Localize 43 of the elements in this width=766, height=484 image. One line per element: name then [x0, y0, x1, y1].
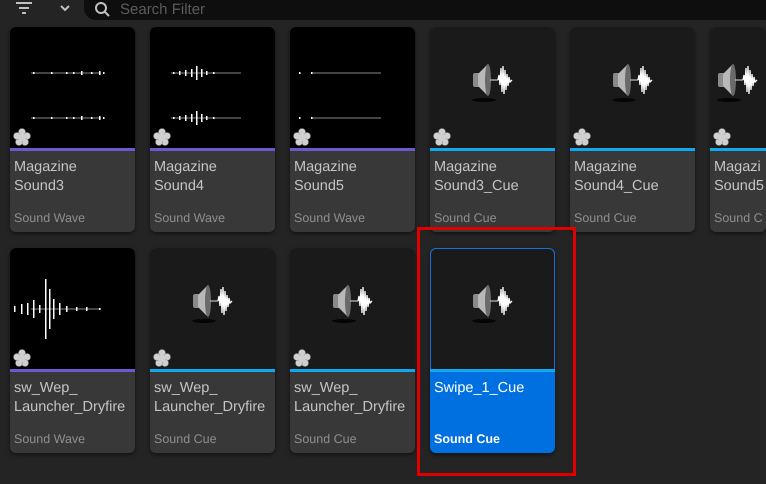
asset-type: Sound C: [714, 210, 764, 226]
asset-tile[interactable]: Magazine Sound4 Sound Wave: [150, 27, 275, 232]
search-field[interactable]: Search Filter: [84, 0, 766, 20]
asset-tile[interactable]: Magazine Sound5 Sound Wave: [290, 27, 415, 232]
asset-tile[interactable]: Swipe_1_Cue Sound Cue: [430, 248, 555, 453]
asset-type: Sound Cue: [434, 210, 498, 226]
asset-tile[interactable]: Magazine Sound4_Cue Sound Cue: [570, 27, 695, 232]
asset-type: Sound Wave: [14, 431, 86, 447]
asset-type: Sound Cue: [434, 431, 501, 447]
asset-type: Sound Cue: [154, 431, 218, 447]
asset-tile[interactable]: sw_Wep_ Launcher_Dryfire Sound Cue: [290, 248, 415, 453]
asset-name: Sound3: [14, 177, 65, 196]
asset-name: sw_Wep_: [14, 379, 79, 398]
asset-tile[interactable]: Magazine Sound3_Cue Sound Cue: [430, 27, 555, 232]
asset-name: Sound4_Cue: [574, 177, 660, 196]
asset-tile[interactable]: sw_Wep_ Launcher_Dryfire Sound Wave: [10, 248, 135, 453]
asset-name: Magazi: [714, 158, 762, 177]
asset-name: Magazine: [154, 158, 218, 177]
search-icon: [94, 1, 110, 17]
asset-name: sw_Wep_: [154, 379, 219, 398]
asset-type: Sound Wave: [14, 210, 86, 226]
asset-type: Sound Cue: [294, 431, 358, 447]
asset-name: Launcher_Dryfire: [154, 398, 266, 417]
asset-name: Swipe_1_Cue: [434, 379, 526, 398]
asset-name: Magazine: [294, 158, 358, 177]
asset-name: Launcher_Dryfire: [14, 398, 126, 417]
asset-type: Sound Wave: [294, 210, 366, 226]
asset-type: Sound Wave: [154, 210, 226, 226]
asset-name: Magazine: [14, 158, 78, 177]
asset-name: Sound4: [154, 177, 205, 196]
asset-name: sw_Wep_: [294, 379, 359, 398]
asset-tile[interactable]: Magazine Sound3 Sound Wave: [10, 27, 135, 232]
filter-icon[interactable]: [16, 2, 32, 14]
asset-name: Sound5: [714, 177, 765, 196]
chevron-down-icon[interactable]: [60, 5, 70, 12]
asset-name: Launcher_Dryfire: [294, 398, 406, 417]
asset-tile[interactable]: sw_Wep_ Launcher_Dryfire Sound Cue: [150, 248, 275, 453]
asset-name: Sound5: [294, 177, 345, 196]
asset-tile[interactable]: Magazi Sound5 Sound C: [710, 27, 766, 232]
asset-type: Sound Cue: [574, 210, 638, 226]
asset-name: Sound3_Cue: [434, 177, 520, 196]
asset-name: Magazine: [574, 158, 638, 177]
asset-name: Magazine: [434, 158, 498, 177]
